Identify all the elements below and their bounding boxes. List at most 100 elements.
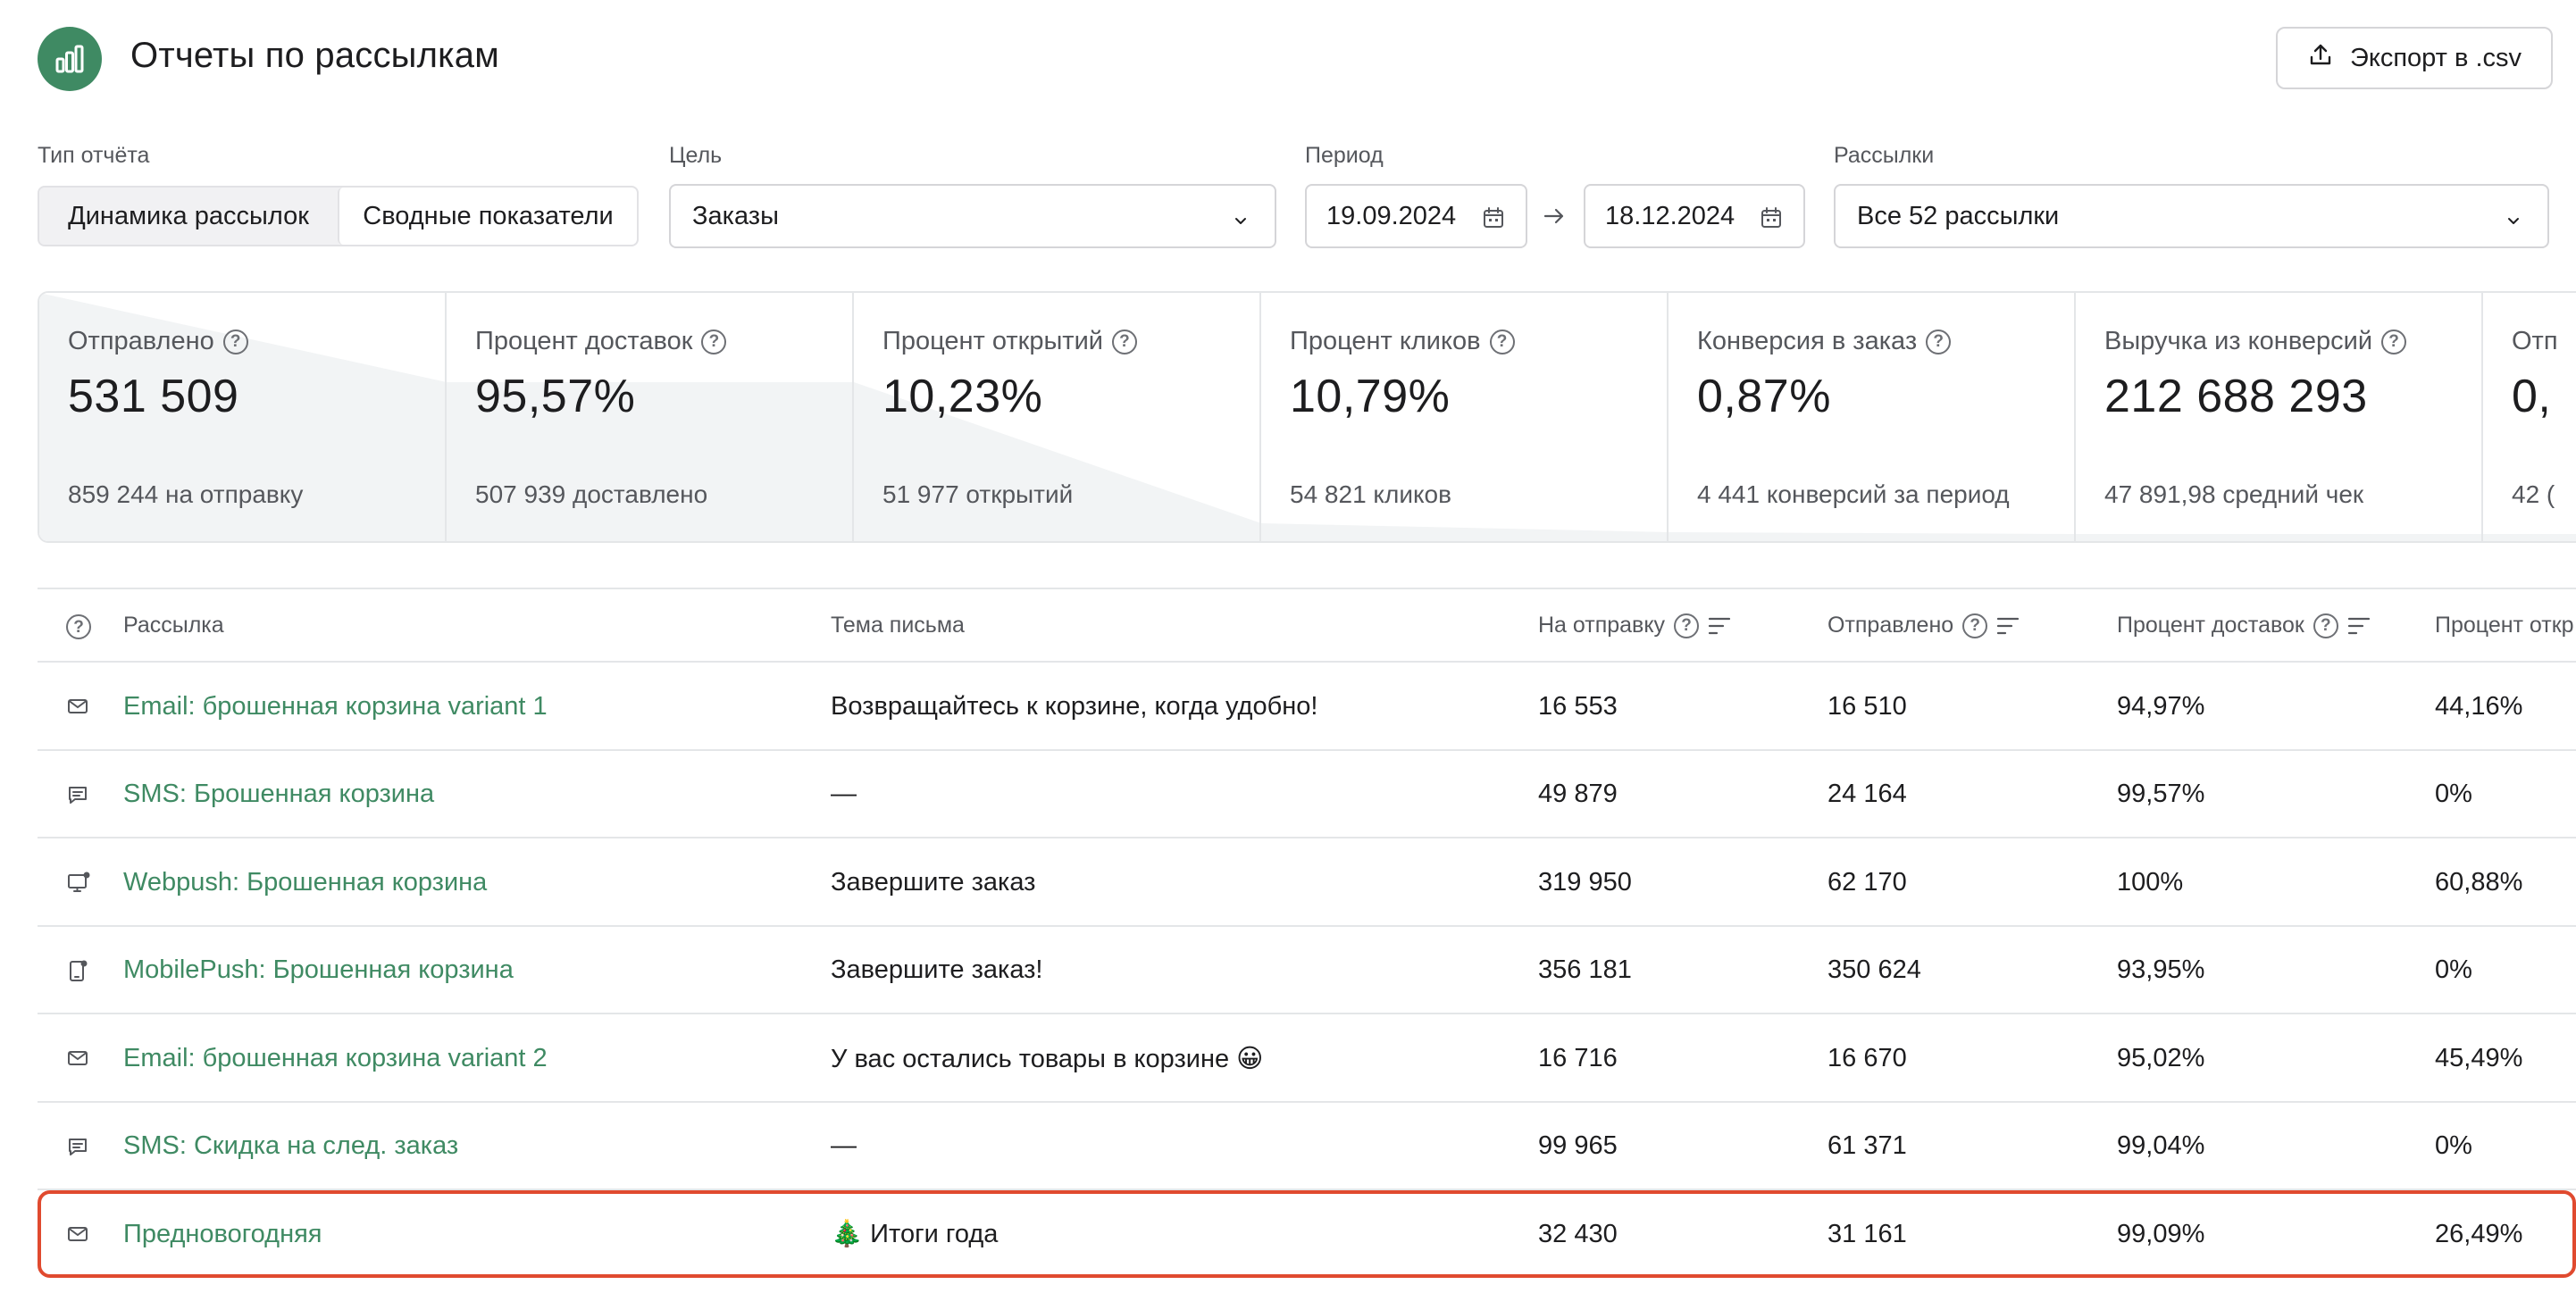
open-cell: 45,49% bbox=[2435, 1043, 2523, 1072]
col-subject[interactable]: Тема письма bbox=[831, 613, 965, 638]
subject-cell: 🎄 Итоги года bbox=[831, 1220, 999, 1248]
metric-open-sub: 51 977 открытий bbox=[882, 480, 1074, 508]
subject-cell: — bbox=[831, 1131, 857, 1160]
help-icon[interactable]: ? bbox=[2313, 613, 2338, 638]
period-label: Период bbox=[1305, 143, 1384, 168]
help-icon[interactable]: ? bbox=[1111, 329, 1137, 355]
sms-icon bbox=[66, 751, 89, 838]
metric-clicks: Процент кликов ? 10,79% 54 821 кликов bbox=[1261, 293, 1669, 541]
subject-cell: — bbox=[831, 780, 857, 808]
sort-icon[interactable] bbox=[2347, 616, 2371, 636]
table-row[interactable]: SMS: Брошенная корзина — 49 879 24 164 9… bbox=[38, 751, 2576, 838]
table-row[interactable]: Email: брошенная корзина variant 2 У вас… bbox=[38, 1014, 2576, 1103]
export-csv-label: Экспорт в .csv bbox=[2349, 43, 2522, 72]
arrow-right-icon bbox=[1542, 204, 1567, 233]
help-icon[interactable]: ? bbox=[2381, 329, 2407, 355]
help-icon[interactable]: ? bbox=[222, 329, 248, 355]
metric-delivery: Процент доставок ? 95,57% 507 939 достав… bbox=[447, 293, 854, 541]
table-row[interactable]: Email: брошенная корзина variant 1 Возвр… bbox=[38, 663, 2576, 751]
col-sent-label: Отправлено bbox=[1827, 613, 1954, 638]
campaign-name-link[interactable]: Email: брошенная корзина variant 2 bbox=[123, 1014, 548, 1102]
campaign-name-link[interactable]: Email: брошенная корзина variant 1 bbox=[123, 663, 548, 750]
subject-cell: У вас остались товары в корзине 😀 bbox=[831, 1044, 1264, 1073]
metric-title-text: Выручка из конверсий bbox=[2104, 327, 2373, 355]
col-to-send[interactable]: На отправку ? bbox=[1538, 613, 1731, 638]
col-delivery[interactable]: Процент доставок ? bbox=[2117, 613, 2371, 638]
col-subject-label: Тема письма bbox=[831, 613, 965, 638]
table-row[interactable]: SMS: Скидка на след. заказ — 99 965 61 3… bbox=[38, 1103, 2576, 1190]
campaigns-label: Рассылки bbox=[1834, 143, 1935, 168]
table-row[interactable]: Webpush: Брошенная корзина Завершите зак… bbox=[38, 838, 2576, 927]
mail-icon bbox=[66, 1014, 89, 1102]
mail-icon bbox=[66, 1190, 89, 1278]
sent-cell: 31 161 bbox=[1827, 1219, 1907, 1248]
table-row[interactable]: MobilePush: Брошенная корзина Завершите … bbox=[38, 927, 2576, 1014]
campaigns-table: ? Рассылка Тема письма На отправку ? Отп… bbox=[38, 588, 2576, 1278]
to-send-cell: 16 716 bbox=[1538, 1043, 1618, 1072]
sort-icon[interactable] bbox=[1708, 616, 1731, 636]
campaign-name-link[interactable]: Webpush: Брошенная корзина bbox=[123, 838, 487, 926]
metric-title-text: Процент доставок bbox=[475, 327, 693, 355]
metric-conversion-value: 0,87% bbox=[1697, 371, 1831, 422]
sent-cell: 16 510 bbox=[1827, 691, 1907, 721]
metric-revenue-sub: 47 891,98 средний чек bbox=[2104, 480, 2364, 508]
to-send-cell: 356 181 bbox=[1538, 955, 1632, 984]
to-send-cell: 32 430 bbox=[1538, 1219, 1618, 1248]
col-open[interactable]: Процент откр bbox=[2435, 613, 2574, 638]
metric-truncated: Отп 0, 42 ( bbox=[2483, 293, 2576, 541]
delivery-cell: 99,57% bbox=[2117, 780, 2205, 808]
campaigns-select-value: Все 52 рассылки bbox=[1857, 201, 2060, 230]
help-icon[interactable]: ? bbox=[1962, 613, 1988, 638]
metric-clicks-value: 10,79% bbox=[1290, 371, 1451, 422]
delivery-cell: 95,02% bbox=[2117, 1043, 2205, 1072]
export-csv-button[interactable]: Экспорт в .csv bbox=[2276, 27, 2553, 89]
campaign-name-link[interactable]: MobilePush: Брошенная корзина bbox=[123, 927, 514, 1014]
delivery-cell: 99,09% bbox=[2117, 1219, 2205, 1248]
help-icon[interactable]: ? bbox=[1489, 329, 1515, 355]
sent-cell: 62 170 bbox=[1827, 867, 1907, 897]
metric-title-text: Процент кликов bbox=[1290, 327, 1481, 355]
report-type-toggle: Динамика рассылок Сводные показатели bbox=[38, 186, 639, 246]
period-from-input[interactable]: 19.09.2024 bbox=[1305, 184, 1527, 248]
col-open-label: Процент откр bbox=[2435, 613, 2574, 638]
metric-truncated-sub: 42 ( bbox=[2512, 480, 2555, 508]
help-icon[interactable]: ? bbox=[701, 329, 727, 355]
metric-title-text: Процент открытий bbox=[882, 327, 1103, 355]
subject-cell: Завершите заказ! bbox=[831, 955, 1043, 984]
campaigns-select[interactable]: Все 52 рассылки bbox=[1834, 184, 2549, 248]
metric-conversion-sub: 4 441 конверсий за период bbox=[1697, 480, 2010, 508]
help-icon[interactable]: ? bbox=[1926, 329, 1952, 355]
metric-revenue-value: 212 688 293 bbox=[2104, 371, 2368, 422]
report-type-dynamics-option[interactable]: Динамика рассылок bbox=[39, 188, 338, 245]
metric-sent: Отправлено ? 531 509 859 244 на отправку bbox=[39, 293, 447, 541]
metric-conversion-title: Конверсия в заказ ? bbox=[1697, 327, 1952, 356]
metric-sent-sub: 859 244 на отправку bbox=[68, 480, 304, 508]
campaign-name-link[interactable]: Предновогодняя bbox=[123, 1190, 322, 1278]
metric-sent-value: 531 509 bbox=[68, 371, 239, 422]
metric-revenue-title: Выручка из конверсий ? bbox=[2104, 327, 2407, 356]
period-to-value: 18.12.2024 bbox=[1605, 201, 1735, 230]
sent-cell: 16 670 bbox=[1827, 1043, 1907, 1072]
help-icon[interactable]: ? bbox=[66, 614, 91, 639]
delivery-cell: 93,95% bbox=[2117, 955, 2205, 984]
report-type-label: Тип отчёта bbox=[38, 143, 150, 168]
calendar-icon bbox=[1481, 205, 1506, 238]
report-type-summary-option[interactable]: Сводные показатели bbox=[338, 188, 637, 245]
table-header: ? Рассылка Тема письма На отправку ? Отп… bbox=[38, 588, 2576, 663]
period-to-input[interactable]: 18.12.2024 bbox=[1584, 184, 1805, 248]
delivery-cell: 94,97% bbox=[2117, 691, 2205, 721]
period-from-value: 19.09.2024 bbox=[1326, 201, 1457, 230]
sort-icon[interactable] bbox=[1996, 616, 2020, 636]
col-sent[interactable]: Отправлено ? bbox=[1827, 613, 2020, 638]
reports-logo-icon bbox=[38, 27, 102, 91]
open-cell: 44,16% bbox=[2435, 691, 2523, 721]
table-row-highlighted[interactable]: Предновогодняя 🎄 Итоги года 32 430 31 16… bbox=[38, 1190, 2576, 1278]
col-campaign[interactable]: Рассылка bbox=[123, 613, 224, 638]
campaign-name-link[interactable]: SMS: Скидка на след. заказ bbox=[123, 1103, 458, 1190]
help-icon[interactable]: ? bbox=[1674, 613, 1700, 638]
open-cell: 26,49% bbox=[2435, 1219, 2523, 1248]
goal-select[interactable]: Заказы bbox=[669, 184, 1276, 248]
campaign-name-link[interactable]: SMS: Брошенная корзина bbox=[123, 751, 434, 838]
to-send-cell: 99 965 bbox=[1538, 1131, 1618, 1160]
sent-cell: 350 624 bbox=[1827, 955, 1921, 984]
